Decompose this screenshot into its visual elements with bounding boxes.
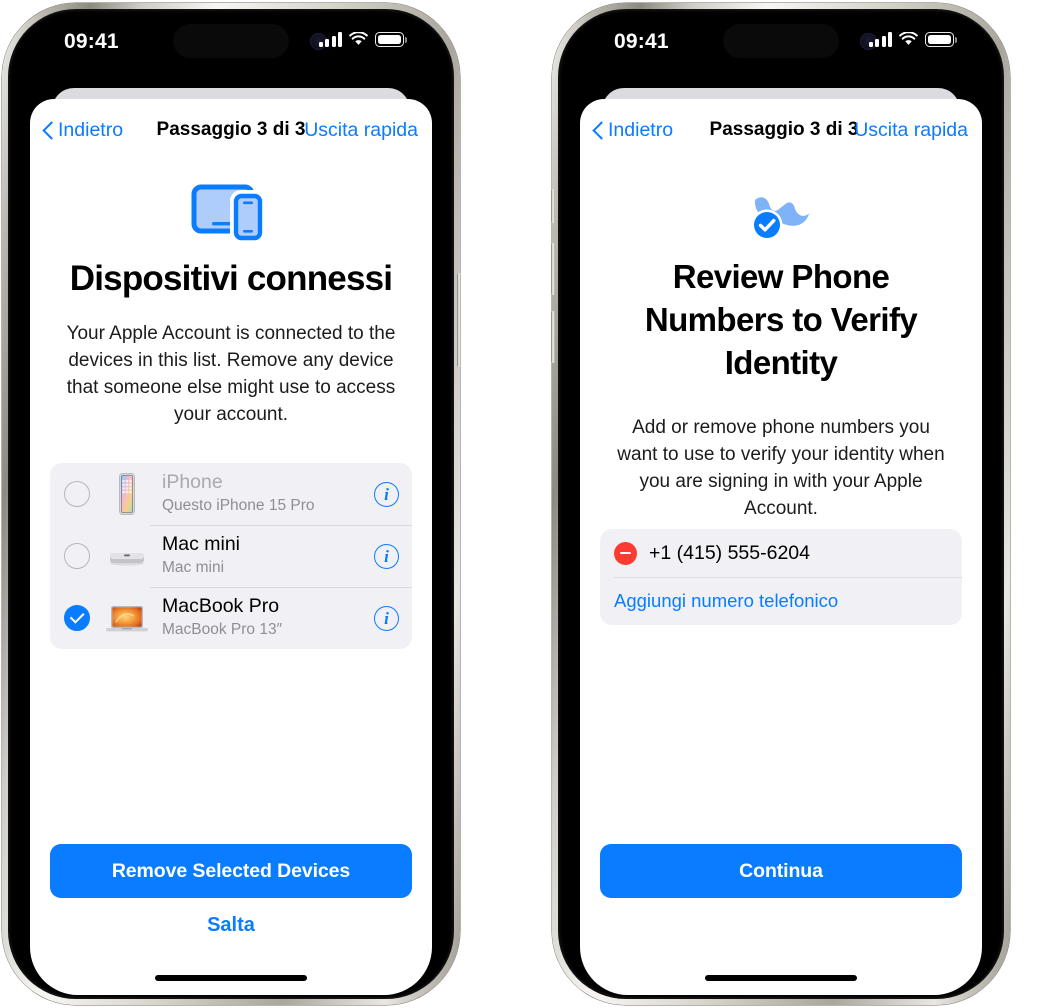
device-subtitle: Mac mini	[162, 558, 225, 576]
screen-right: 09:41 Indietro Passaggio 3 di 3 Uscita r…	[562, 13, 1000, 995]
dynamic-island	[723, 24, 839, 58]
device-row-macbook-pro[interactable]: MacBook Pro MacBook Pro 13″ i	[50, 587, 412, 649]
page-step-title: Passaggio 3 di 3	[156, 119, 306, 140]
status-bar-indicators	[868, 31, 957, 47]
status-bar-time: 09:41	[614, 30, 669, 53]
back-button[interactable]: Indietro	[43, 119, 123, 142]
info-button-mac-mini[interactable]: i	[374, 543, 399, 569]
iphone-device-right: 09:41 Indietro Passaggio 3 di 3 Uscita r…	[551, 3, 1010, 1005]
wifi-icon	[899, 31, 918, 47]
phone-verified-checkmark-icon	[580, 171, 982, 251]
navigation-bar-left: Indietro Passaggio 3 di 3 Uscita rapida	[30, 99, 432, 161]
back-button-label: Indietro	[58, 118, 124, 141]
iphone-device-left: 09:41 Indietro Passaggio 3 di 3 Uscita r…	[2, 3, 461, 1005]
device-subtitle: Questo iPhone 15 Pro	[162, 496, 315, 514]
device-row-iphone[interactable]: iPhone Questo iPhone 15 Pro i	[50, 463, 412, 525]
page-step-title: Passaggio 3 di 3	[709, 119, 859, 140]
add-phone-number-link[interactable]: Aggiungi numero telefonico	[614, 590, 838, 612]
iphone-thumbnail-icon	[104, 472, 150, 516]
navigation-bar-right: Indietro Passaggio 3 di 3 Uscita rapida	[580, 99, 982, 161]
phone-number-row[interactable]: +1 (415) 555-6204	[600, 529, 962, 577]
action-button[interactable]	[551, 189, 555, 223]
device-checkbox-mac-mini[interactable]	[64, 543, 90, 569]
macbook-pro-thumbnail-icon	[104, 596, 150, 640]
device-name: Mac mini	[162, 533, 241, 556]
devices-ipad-iphone-icon	[30, 171, 432, 251]
status-bar: 09:41	[562, 13, 1000, 71]
page-body-right: Add or remove phone numbers you want to …	[617, 417, 945, 519]
phone-numbers-list: +1 (415) 555-6204 Aggiungi numero telefo…	[600, 529, 962, 625]
page-title-right: Review Phone Numbers to Verify Identity	[644, 258, 918, 381]
back-button[interactable]: Indietro	[593, 119, 673, 142]
device-text-macbook-pro: MacBook Pro MacBook Pro 13″	[162, 595, 374, 640]
status-bar-indicators	[318, 31, 407, 47]
add-phone-number-row[interactable]: Aggiungi numero telefonico	[600, 577, 962, 625]
status-bar: 09:41	[12, 13, 450, 71]
cellular-bars-icon	[318, 32, 342, 47]
quick-exit-button[interactable]: Uscita rapida	[304, 119, 418, 142]
chevron-left-icon	[593, 120, 605, 140]
skip-link[interactable]: Salta	[30, 914, 432, 937]
volume-up-button[interactable]	[551, 243, 555, 295]
device-checkbox-iphone[interactable]	[64, 481, 90, 507]
back-button-label: Indietro	[608, 118, 674, 141]
device-text-iphone: iPhone Questo iPhone 15 Pro	[162, 471, 374, 516]
remove-selected-devices-button[interactable]: Remove Selected Devices	[50, 844, 412, 898]
battery-full-icon	[375, 32, 407, 47]
device-subtitle: MacBook Pro 13″	[162, 620, 283, 638]
volume-down-button[interactable]	[551, 311, 555, 363]
cellular-bars-icon	[868, 32, 892, 47]
device-checkbox-macbook-pro[interactable]	[64, 605, 90, 631]
wifi-icon	[349, 31, 368, 47]
device-name: MacBook Pro	[162, 595, 280, 618]
battery-full-icon	[925, 32, 957, 47]
info-button-iphone[interactable]: i	[374, 481, 399, 507]
chevron-left-icon	[43, 120, 55, 140]
connected-devices-list: iPhone Questo iPhone 15 Pro i Mac mini M…	[50, 463, 412, 649]
device-name: iPhone	[162, 471, 223, 494]
quick-exit-button[interactable]: Uscita rapida	[854, 119, 968, 142]
modal-sheet-right: Indietro Passaggio 3 di 3 Uscita rapida	[580, 99, 982, 995]
home-indicator	[155, 975, 307, 981]
power-button[interactable]	[457, 273, 461, 367]
modal-sheet-left: Indietro Passaggio 3 di 3 Uscita rapida	[30, 99, 432, 995]
screen-left: 09:41 Indietro Passaggio 3 di 3 Uscita r…	[12, 13, 450, 995]
screenshot-stage: 09:41 Indietro Passaggio 3 di 3 Uscita r…	[0, 0, 1043, 1008]
home-indicator	[705, 975, 857, 981]
device-text-mac-mini: Mac mini Mac mini	[162, 533, 374, 578]
continue-button[interactable]: Continua	[600, 844, 962, 898]
page-title-left: Dispositivi connessi	[69, 259, 393, 298]
dynamic-island	[173, 24, 289, 58]
mac-mini-thumbnail-icon	[104, 534, 150, 578]
device-row-mac-mini[interactable]: Mac mini Mac mini i	[50, 525, 412, 587]
minus-circle-icon[interactable]	[614, 541, 637, 565]
info-button-macbook-pro[interactable]: i	[374, 605, 399, 631]
status-bar-time: 09:41	[64, 30, 119, 53]
page-body-left: Your Apple Account is connected to the d…	[66, 323, 396, 425]
phone-number-value: +1 (415) 555-6204	[649, 541, 810, 564]
